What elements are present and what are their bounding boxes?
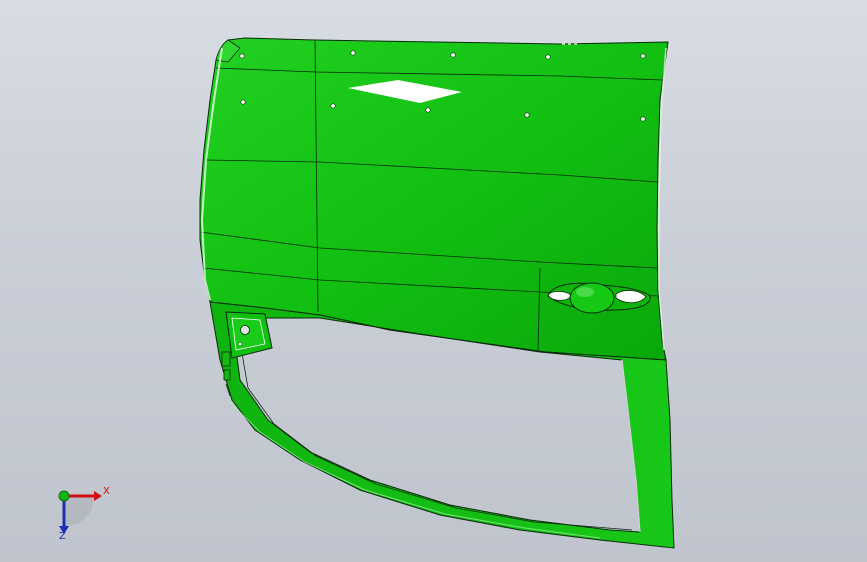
mirror-mount[interactable] [225,311,273,359]
door-model[interactable] [0,0,867,562]
mirror-mount-hole [240,325,250,335]
hole [239,53,245,59]
hole [350,50,356,56]
hole [640,116,646,122]
hole [524,112,530,118]
graphics-viewport[interactable]: X Z [0,0,867,562]
y-axis-dot [58,490,70,502]
hole [425,107,431,113]
handle-bulge [569,282,615,314]
hole [330,103,336,109]
hole [450,52,456,58]
hole [545,54,551,60]
hole [640,53,646,59]
coordinate-triad: X Z [40,478,120,548]
x-axis-label: X [103,486,110,497]
mirror-mount-screw [237,341,243,347]
window-frame-highlight [227,399,601,539]
handle-bulge-shine [576,287,594,297]
mirror-mount-inner [231,317,266,351]
z-axis-label: Z [59,531,66,542]
hole [240,99,246,105]
triad-shadow [64,496,94,526]
x-axis-arrowhead [94,491,102,501]
